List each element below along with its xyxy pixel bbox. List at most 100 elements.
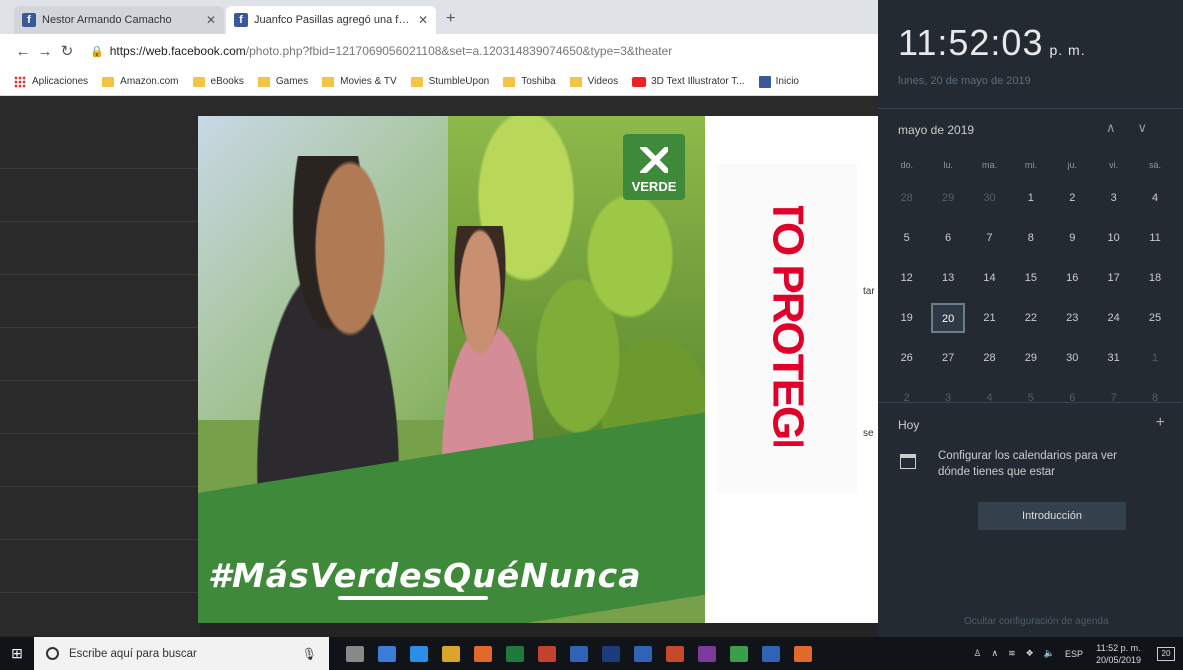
calendar-day[interactable]: 28 <box>886 192 927 204</box>
day-number: 16 <box>1066 272 1079 284</box>
language-indicator[interactable]: ESP <box>1065 649 1083 659</box>
calendar-day[interactable]: 2 <box>1052 192 1093 204</box>
microphone-icon[interactable]: 🎙 <box>302 647 317 661</box>
taskbar: ⊞ Escribe aquí para buscar 🎙 ♙ ∧ ≋ ❖ 🔈 E… <box>0 637 1183 670</box>
taskbar-app-icon[interactable] <box>602 645 620 662</box>
bookmark-aplicaciones[interactable]: Aplicaciones <box>14 75 88 88</box>
bookmark-toshiba[interactable]: Toshiba <box>503 76 556 87</box>
calendar-day[interactable]: 6 <box>927 232 968 244</box>
calendar-day[interactable]: 16 <box>1052 272 1093 284</box>
back-arrow-icon[interactable]: ← <box>12 43 34 60</box>
calendar-icon <box>900 454 916 469</box>
calendar-day[interactable]: 3 <box>1093 192 1134 204</box>
chevron-up-icon[interactable]: ∧ <box>1106 120 1138 135</box>
browser-tab-nestor[interactable]: f Nestor Armando Camacho ✕ <box>14 6 224 34</box>
calendar-day[interactable]: 30 <box>1052 352 1093 364</box>
calendar-day[interactable]: 13 <box>927 272 968 284</box>
calendar-day[interactable]: 1 <box>1010 192 1051 204</box>
taskbar-app-icon[interactable] <box>634 645 652 662</box>
bookmark-amazon[interactable]: Amazon.com <box>102 76 179 87</box>
add-event-icon[interactable]: + <box>1156 414 1165 432</box>
day-number: 19 <box>900 312 913 324</box>
tray-clock[interactable]: 11:52 p. m. 20/05/2019 <box>1096 642 1141 666</box>
calendar-day[interactable]: 1 <box>1134 352 1175 364</box>
calendar-day[interactable]: 19 <box>886 312 927 324</box>
taskbar-app-icon[interactable] <box>698 645 716 662</box>
calendar-day[interactable]: 25 <box>1134 312 1175 324</box>
bookmark-stumbleupon[interactable]: StumbleUpon <box>410 76 489 87</box>
taskbar-app-icon[interactable] <box>506 645 524 662</box>
chevron-up-icon[interactable]: ∧ <box>992 648 999 659</box>
calendar-day[interactable]: 5 <box>886 232 927 244</box>
calendar-day[interactable]: 22 <box>1010 312 1051 324</box>
calendar-day[interactable]: 21 <box>969 312 1010 324</box>
taskbar-app-icon[interactable] <box>730 645 748 662</box>
calendar-day[interactable]: 4 <box>1134 192 1175 204</box>
taskbar-app-icon[interactable] <box>794 645 812 662</box>
calendar-day[interactable]: 11 <box>1134 232 1175 244</box>
hide-agenda-link[interactable]: Ocultar configuración de agenda <box>964 616 1109 627</box>
taskbar-app-icon[interactable] <box>410 645 428 662</box>
today-heading: Hoy <box>898 418 920 432</box>
calendar-day[interactable]: 17 <box>1093 272 1134 284</box>
calendar-day[interactable]: 12 <box>886 272 927 284</box>
calendar-day[interactable]: 24 <box>1093 312 1134 324</box>
facebook-icon: f <box>234 13 248 27</box>
calendar-day[interactable]: 15 <box>1010 272 1051 284</box>
calendar-day-today[interactable]: 20 <box>927 303 968 333</box>
taskbar-app-icon[interactable] <box>378 645 396 662</box>
network-icon[interactable]: ≋ <box>1008 648 1016 659</box>
long-date-link[interactable]: lunes, 20 de mayo de 2019 <box>898 75 1031 87</box>
taskbar-app-icon[interactable] <box>762 645 780 662</box>
close-icon[interactable]: ✕ <box>206 13 216 27</box>
bookmark-games[interactable]: Games <box>257 76 308 87</box>
taskbar-app-icon[interactable] <box>346 645 364 662</box>
weekday-label: ju. <box>1067 160 1078 170</box>
taskbar-app-icon[interactable] <box>666 645 684 662</box>
calendar-day[interactable]: 27 <box>927 352 968 364</box>
reload-icon[interactable]: ↻ <box>56 42 78 60</box>
taskbar-app-icon[interactable] <box>442 645 460 662</box>
calendar-day[interactable]: 28 <box>969 352 1010 364</box>
bookmark-ebooks[interactable]: eBooks <box>192 76 244 87</box>
taskbar-app-icon[interactable] <box>538 645 556 662</box>
calendar-day[interactable]: 23 <box>1052 312 1093 324</box>
calendar-day[interactable]: 31 <box>1093 352 1134 364</box>
calendar-day[interactable]: 7 <box>969 232 1010 244</box>
url-field[interactable]: 🔒 https://web.facebook.com/photo.php?fbi… <box>90 44 672 58</box>
people-icon[interactable]: ♙ <box>973 648 981 659</box>
bookmark-movies-tv[interactable]: Movies & TV <box>322 76 397 87</box>
bookmark-3d-text[interactable]: 3D Text Illustrator T... <box>632 76 745 87</box>
browser-tab-bar: f Nestor Armando Camacho ✕ f Juanfco Pas… <box>0 0 878 34</box>
calendar-day[interactable]: 9 <box>1052 232 1093 244</box>
forward-arrow-icon[interactable]: → <box>34 43 56 60</box>
calendar-day[interactable]: 8 <box>1010 232 1051 244</box>
taskbar-app-icon[interactable] <box>570 645 588 662</box>
windows-start-icon[interactable]: ⊞ <box>0 645 34 662</box>
calendar-day[interactable]: 29 <box>927 192 968 204</box>
taskbar-search[interactable]: Escribe aquí para buscar 🎙 <box>34 637 329 670</box>
day-number: 8 <box>1027 232 1034 244</box>
browser-tab-juanfco[interactable]: f Juanfco Pasillas agregó una foto ✕ <box>226 6 436 34</box>
bookmark-videos[interactable]: Videos <box>569 76 618 87</box>
chevron-down-icon[interactable]: ∨ <box>1137 120 1169 135</box>
month-label[interactable]: mayo de 2019 <box>898 123 974 137</box>
volume-icon[interactable]: 🔈 <box>1044 648 1055 659</box>
campaign-photo[interactable]: #MásVerdesQuéNunca VERDE <box>198 116 705 623</box>
folder-icon <box>102 76 115 87</box>
calendar-day[interactable]: 10 <box>1093 232 1134 244</box>
calendar-day[interactable]: 29 <box>1010 352 1051 364</box>
notification-center-icon[interactable]: 20 <box>1157 646 1175 661</box>
calendar-day[interactable]: 14 <box>969 272 1010 284</box>
calendar-week: 5 6 7 8 9 10 11 <box>886 218 1176 258</box>
calendar-day[interactable]: 30 <box>969 192 1010 204</box>
taskbar-app-icon[interactable] <box>474 645 492 662</box>
folder-icon <box>192 76 205 87</box>
introduction-button[interactable]: Introducción <box>978 502 1126 530</box>
calendar-day[interactable]: 26 <box>886 352 927 364</box>
bookmark-inicio[interactable]: Inicio <box>758 75 799 88</box>
dropbox-icon[interactable]: ❖ <box>1026 648 1034 659</box>
calendar-day[interactable]: 18 <box>1134 272 1175 284</box>
new-tab-button[interactable]: + <box>446 6 455 34</box>
close-icon[interactable]: ✕ <box>418 13 428 27</box>
